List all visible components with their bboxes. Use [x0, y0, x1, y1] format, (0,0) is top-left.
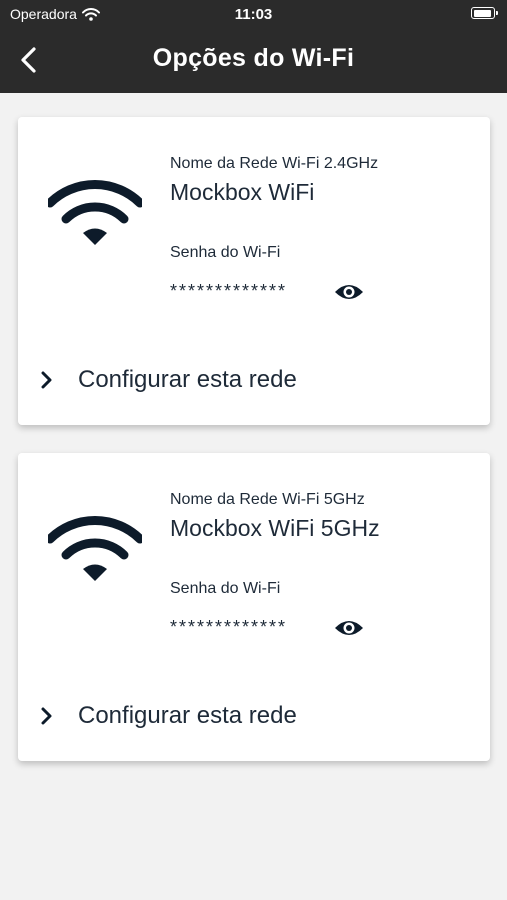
configure-network-button[interactable]: Configurar esta rede	[38, 696, 297, 736]
network-name-label: Nome da Rede Wi-Fi 2.4GHz	[170, 155, 379, 172]
configure-network-label: Configurar esta rede	[78, 366, 297, 393]
password-label: Senha do Wi-Fi	[170, 244, 281, 261]
page-title: Opções do Wi-Fi	[152, 44, 355, 72]
network-card-5ghz: Nome da Rede Wi-Fi 5GHz Mockbox WiFi 5GH…	[18, 453, 490, 761]
configure-network-label: Configurar esta rede	[78, 702, 297, 729]
status-bar: Operadora 11:03	[0, 0, 507, 28]
wifi-icon	[48, 516, 142, 581]
network-name: Mockbox WiFi	[170, 179, 315, 205]
status-time: 11:03	[234, 6, 273, 23]
chevron-right-icon	[41, 707, 52, 725]
eye-icon[interactable]	[334, 281, 364, 303]
password-label: Senha do Wi-Fi	[170, 580, 281, 597]
top-bar: Operadora 11:03 Opções do Wi-Fi	[0, 0, 507, 93]
password-value: *************	[170, 617, 288, 637]
chevron-right-icon	[41, 371, 52, 389]
network-name: Mockbox WiFi 5GHz	[170, 515, 380, 541]
eye-icon[interactable]	[334, 617, 364, 639]
password-value: *************	[170, 281, 288, 301]
battery-icon	[471, 7, 498, 19]
network-card-2-4ghz: Nome da Rede Wi-Fi 2.4GHz Mockbox WiFi S…	[18, 117, 490, 425]
configure-network-button[interactable]: Configurar esta rede	[38, 360, 297, 400]
network-name-label: Nome da Rede Wi-Fi 5GHz	[170, 491, 365, 508]
wifi-icon	[48, 180, 142, 245]
